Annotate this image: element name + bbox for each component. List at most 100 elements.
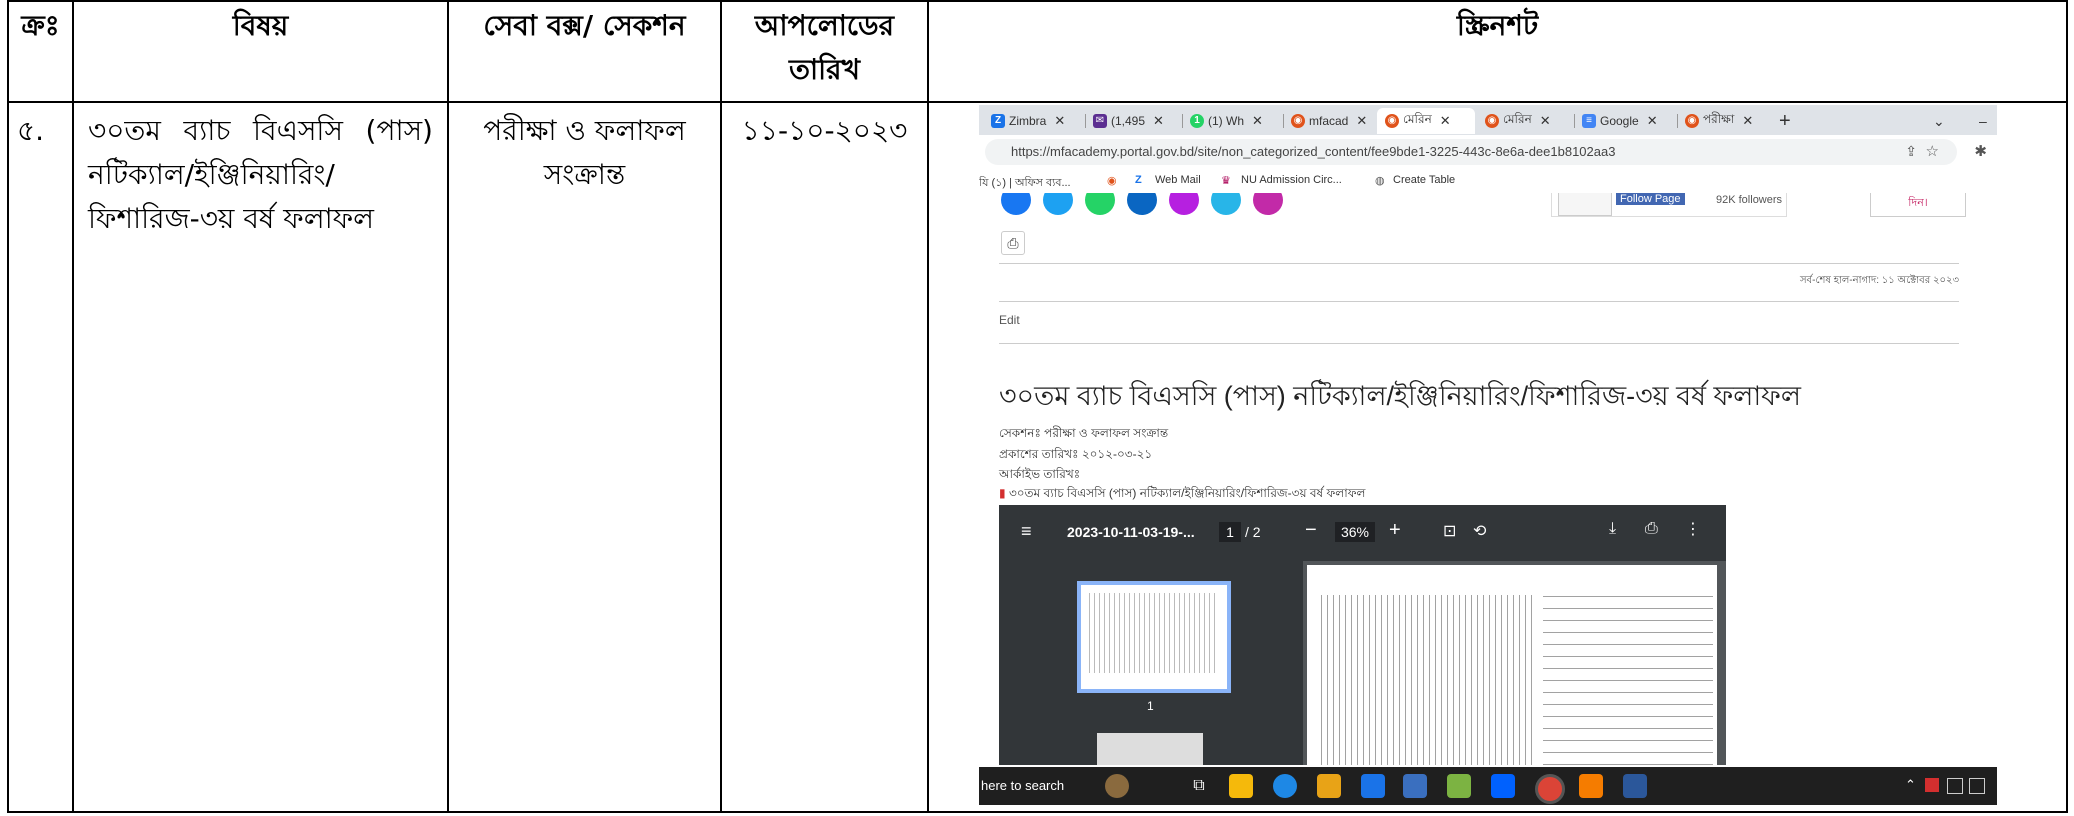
cell-serial: ৫. bbox=[7, 101, 74, 813]
tab-google[interactable]: ≡ Google ✕ bbox=[1582, 108, 1670, 134]
header-screenshot: স্ক্রিনশট bbox=[927, 0, 2068, 103]
pdf-thumbnails: 1 bbox=[999, 561, 1303, 765]
share-icon[interactable] bbox=[1253, 193, 1283, 215]
tray-icon[interactable] bbox=[1969, 778, 1985, 794]
close-icon[interactable]: ✕ bbox=[1440, 113, 1451, 129]
mail-icon[interactable] bbox=[1361, 774, 1385, 798]
app-icon[interactable] bbox=[1447, 774, 1471, 798]
tab-mfacad[interactable]: ◉ mfacad ✕ bbox=[1291, 108, 1373, 134]
taskbar-search[interactable]: here to search bbox=[981, 778, 1064, 793]
chevron-down-icon[interactable]: ⌄ bbox=[1933, 108, 1945, 134]
meta-archive: আর্কাইভ তারিখঃ bbox=[999, 467, 1081, 481]
page-thumbnail[interactable] bbox=[1077, 581, 1231, 693]
bookmark-nu[interactable]: NU Admission Circ... bbox=[1241, 174, 1342, 186]
dropbox-icon[interactable] bbox=[1491, 774, 1515, 798]
cell-subject: ৩০তম ব্যাচ বিএসসি (পাস) নটিক্যাল/ইঞ্জিনি… bbox=[72, 101, 449, 813]
print-icon[interactable]: ⎙ bbox=[1001, 231, 1025, 255]
tab-exam[interactable]: ◉ পরীক্ষা ✕ bbox=[1685, 108, 1771, 134]
print-icon[interactable]: ⎙ bbox=[1645, 520, 1658, 538]
app-icon[interactable] bbox=[1403, 774, 1427, 798]
pdf-file-icon: ▮ bbox=[999, 486, 1006, 500]
tab-whatsapp[interactable]: 1 (1) Wh ✕ bbox=[1190, 108, 1276, 134]
page-thumbnail[interactable] bbox=[1097, 733, 1203, 765]
minimize-icon[interactable]: – bbox=[1979, 108, 1987, 134]
zoom-input[interactable]: 36% bbox=[1335, 522, 1375, 542]
close-icon[interactable]: ✕ bbox=[1153, 113, 1164, 129]
close-icon[interactable]: ✕ bbox=[1540, 113, 1551, 129]
close-icon[interactable]: ✕ bbox=[1356, 113, 1367, 129]
browser-screenshot: Z Zimbra ✕ ✉ (1,495 ✕ 1 (1) Wh ✕ ◉ mfacad ✕ ◉ মের… bbox=[979, 105, 1997, 805]
close-icon[interactable]: ✕ bbox=[1252, 113, 1263, 129]
messenger-icon[interactable] bbox=[1169, 193, 1199, 215]
tab-mail[interactable]: ✉ (1,495 ✕ bbox=[1093, 108, 1175, 134]
tab-marine-active[interactable]: ◉ মেরিন ✕ bbox=[1377, 108, 1475, 134]
more-icon[interactable]: ⋮ bbox=[1685, 519, 1701, 539]
tab-label: Zimbra bbox=[1009, 114, 1047, 128]
pdf-toolbar: ≡ 2023-10-11-03-19-... 1 / 2 − 36% + ⊡ ⟲… bbox=[999, 505, 1726, 561]
close-icon[interactable]: ✕ bbox=[1647, 113, 1658, 129]
search-highlight-icon bbox=[1105, 774, 1129, 798]
zoom-in-icon[interactable]: + bbox=[1389, 519, 1401, 542]
edge-icon[interactable] bbox=[1273, 774, 1297, 798]
tab-marine[interactable]: ◉ মেরিন ✕ bbox=[1485, 108, 1567, 134]
header-upload-date: আপলোডের তারিখ bbox=[720, 0, 929, 103]
windows-taskbar: here to search ⧉ ⌃ bbox=[979, 767, 1997, 805]
tab-label: mfacad bbox=[1309, 114, 1349, 128]
new-tab-icon[interactable]: + bbox=[1779, 108, 1791, 134]
task-view-icon[interactable]: ⧉ bbox=[1187, 774, 1211, 798]
share-icon[interactable]: ⇪ bbox=[1905, 143, 1917, 160]
tray-icon[interactable] bbox=[1947, 778, 1963, 794]
header-serial: ক্রঃ bbox=[7, 0, 74, 103]
file-explorer-icon[interactable] bbox=[1229, 774, 1253, 798]
whatsapp-icon[interactable] bbox=[1085, 193, 1115, 215]
store-icon[interactable] bbox=[1317, 774, 1341, 798]
bookmark-webmail[interactable]: Web Mail bbox=[1155, 174, 1201, 186]
cell-upload-date: ১১-১০-২০২৩ bbox=[720, 101, 929, 813]
tray-icon[interactable] bbox=[1925, 778, 1939, 792]
star-icon[interactable]: ☆ bbox=[1926, 142, 1939, 160]
bookmark-office[interactable]: যি (১) | অফিস ব্যব... bbox=[979, 174, 1071, 193]
download-icon[interactable]: ⤓ bbox=[1609, 520, 1616, 538]
word-icon[interactable] bbox=[1623, 774, 1647, 798]
tab-label: মেরিন bbox=[1403, 112, 1432, 126]
url-input[interactable]: https://mfacademy.portal.gov.bd/site/non… bbox=[985, 139, 1957, 165]
extensions-icon[interactable]: ✱ bbox=[1974, 142, 1987, 160]
twitter-icon[interactable] bbox=[1043, 193, 1073, 215]
app-icon[interactable] bbox=[1579, 774, 1603, 798]
zoom-out-icon[interactable]: − bbox=[1305, 519, 1317, 542]
zimbra-icon: Z bbox=[991, 114, 1005, 128]
close-icon[interactable]: ✕ bbox=[1054, 113, 1065, 129]
page-number-input[interactable]: 1 bbox=[1219, 522, 1241, 542]
page-count: / 2 bbox=[1245, 524, 1261, 540]
last-updated: সর্ব-শেষ হাল-নাগাদ: ১১ অক্টোবর ২০২৩ bbox=[1799, 275, 1959, 286]
tab-label: Google bbox=[1600, 114, 1639, 128]
bookmark-create-table[interactable]: Create Table bbox=[1393, 174, 1455, 186]
edit-link[interactable]: Edit bbox=[999, 313, 1020, 327]
nu-icon: ♛ bbox=[1221, 175, 1231, 187]
pdf-page bbox=[1307, 565, 1717, 765]
rotate-icon[interactable]: ⟲ bbox=[1473, 521, 1486, 541]
bd-gov-icon: ◉ bbox=[1385, 114, 1399, 128]
follow-page-button[interactable]: Follow Page bbox=[1616, 193, 1685, 205]
facebook-follow-widget: Follow Page 92K followers bbox=[1551, 193, 1787, 217]
tab-bar: Z Zimbra ✕ ✉ (1,495 ✕ 1 (1) Wh ✕ ◉ mfacad ✕ ◉ মের… bbox=[979, 105, 1997, 135]
telegram-icon[interactable] bbox=[1211, 193, 1241, 215]
zimbra-icon: Z bbox=[1135, 174, 1142, 186]
mail-icon: ✉ bbox=[1093, 114, 1107, 128]
menu-icon[interactable]: ≡ bbox=[1021, 521, 1032, 542]
cell-section: পরীক্ষা ও ফলাফল সংক্রান্ত bbox=[447, 101, 722, 813]
bd-gov-icon: ◉ bbox=[1291, 114, 1305, 128]
linkedin-icon[interactable] bbox=[1127, 193, 1157, 215]
google-docs-icon: ≡ bbox=[1582, 114, 1596, 128]
tab-zimbra[interactable]: Z Zimbra ✕ bbox=[991, 108, 1079, 134]
facebook-icon[interactable] bbox=[1001, 193, 1031, 215]
meta-section: সেকশনঃ পরীক্ষা ও ফলাফল সংক্রান্ত bbox=[999, 426, 1169, 440]
fit-page-icon[interactable]: ⊡ bbox=[1443, 521, 1456, 541]
chrome-icon[interactable] bbox=[1535, 774, 1565, 804]
tab-label: পরীক্ষা bbox=[1703, 112, 1735, 126]
chevron-up-icon[interactable]: ⌃ bbox=[1905, 777, 1916, 793]
side-button[interactable]: দিন। bbox=[1870, 193, 1966, 217]
close-icon[interactable]: ✕ bbox=[1742, 113, 1753, 129]
whatsapp-icon: 1 bbox=[1190, 114, 1204, 128]
attachment-link[interactable]: ▮ ৩০তম ব্যাচ বিএসসি (পাস) নটিক্যাল/ইঞ্জি… bbox=[999, 485, 1365, 505]
